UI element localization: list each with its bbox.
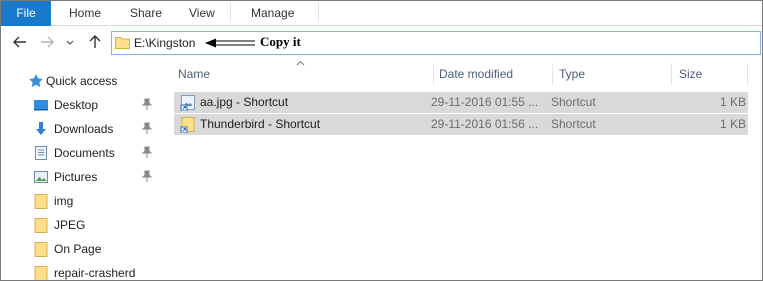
sidebar-item-label: Quick access (46, 74, 118, 88)
tab-file[interactable]: File (1, 1, 51, 26)
sidebar-item-label: On Page (54, 242, 102, 256)
sidebar-item-downloads[interactable]: Downloads (1, 117, 166, 141)
address-path: E:\Kingston (134, 36, 196, 50)
annotation-arrow-icon (205, 38, 255, 48)
sidebar-item-label: img (54, 194, 74, 208)
file-list: Name Date modified Type Size aa.jpg - Sh… (166, 59, 762, 280)
sidebar-item-label: Desktop (54, 98, 99, 112)
table-row[interactable]: Thunderbird - Shortcut 29-11-2016 01:56 … (174, 114, 748, 135)
pictures-icon (34, 171, 48, 183)
sidebar-item-label: repair-crasherd (54, 266, 136, 280)
file-type: Shortcut (551, 117, 596, 131)
address-row: E:\Kingston Copy it (1, 27, 762, 59)
tab-divider (230, 3, 231, 21)
column-header-type[interactable]: Type (559, 67, 585, 81)
forward-arrow-icon (41, 36, 54, 48)
sidebar-item-jpeg[interactable]: JPEG (1, 213, 166, 237)
file-name: aa.jpg - Shortcut (200, 95, 289, 109)
sidebar-item-pictures[interactable]: Pictures (1, 165, 166, 189)
desktop-icon (34, 100, 48, 111)
tab-manage[interactable]: Manage (251, 1, 294, 26)
file-size: 1 KB (719, 95, 746, 109)
sidebar-item-quick-access[interactable]: Quick access (1, 69, 166, 93)
forward-button[interactable] (38, 33, 56, 51)
folder-icon (34, 266, 48, 280)
sidebar-item-repair-crasherd[interactable]: repair-crasherd (1, 261, 166, 280)
column-divider[interactable] (747, 63, 748, 85)
star-icon (29, 74, 43, 88)
pin-icon (142, 98, 152, 110)
recent-locations-button[interactable] (65, 33, 75, 51)
file-date-modified: 29-11-2016 01:56 ... (431, 117, 539, 131)
up-button[interactable] (86, 33, 104, 51)
sidebar-item-documents[interactable]: Documents (1, 141, 166, 165)
pin-icon (142, 170, 152, 182)
tab-home[interactable]: Home (69, 1, 101, 26)
sidebar-item-desktop[interactable]: Desktop (1, 93, 166, 117)
address-bar[interactable]: E:\Kingston Copy it (111, 31, 761, 55)
column-divider[interactable] (671, 63, 672, 85)
tab-share[interactable]: Share (130, 1, 162, 26)
pin-icon (142, 146, 152, 158)
folder-icon (34, 194, 48, 209)
up-arrow-icon (89, 35, 101, 48)
ribbon: File Home Share View Manage (1, 1, 762, 26)
download-icon (36, 122, 46, 135)
sidebar-item-label: JPEG (54, 218, 86, 232)
image-shortcut-icon (180, 95, 195, 111)
column-header-name[interactable]: Name (178, 67, 210, 81)
sort-ascending-icon (296, 60, 305, 66)
table-row[interactable]: aa.jpg - Shortcut 29-11-2016 01:55 ... S… (174, 92, 748, 113)
tab-divider (318, 3, 319, 21)
back-arrow-icon (13, 36, 26, 48)
file-size: 1 KB (719, 117, 746, 131)
sidebar-item-img[interactable]: img (1, 189, 166, 213)
column-header-date-modified[interactable]: Date modified (439, 67, 513, 81)
folder-shortcut-icon (180, 117, 195, 133)
explorer-window: File Home Share View Manage E:\Kingston (0, 0, 763, 281)
column-header-size[interactable]: Size (679, 67, 702, 81)
folder-icon (34, 242, 48, 257)
chevron-down-icon (66, 40, 74, 45)
pin-icon (142, 122, 152, 134)
file-type: Shortcut (551, 95, 596, 109)
sidebar-item-label: Downloads (54, 122, 114, 136)
sidebar-item-on-page[interactable]: On Page (1, 237, 166, 261)
file-date-modified: 29-11-2016 01:55 ... (431, 95, 539, 109)
folder-icon (115, 37, 130, 49)
column-divider[interactable] (433, 63, 434, 85)
column-divider[interactable] (552, 63, 553, 85)
folder-icon (34, 218, 48, 233)
sidebar-item-label: Pictures (54, 170, 98, 184)
annotation-label: Copy it (260, 34, 301, 49)
navigation-pane: Quick access Desktop Downloads Documents… (1, 59, 166, 280)
back-button[interactable] (11, 33, 29, 51)
documents-icon (35, 146, 47, 160)
sidebar-item-label: Documents (54, 146, 115, 160)
tab-view[interactable]: View (189, 1, 215, 26)
file-name: Thunderbird - Shortcut (200, 117, 321, 131)
